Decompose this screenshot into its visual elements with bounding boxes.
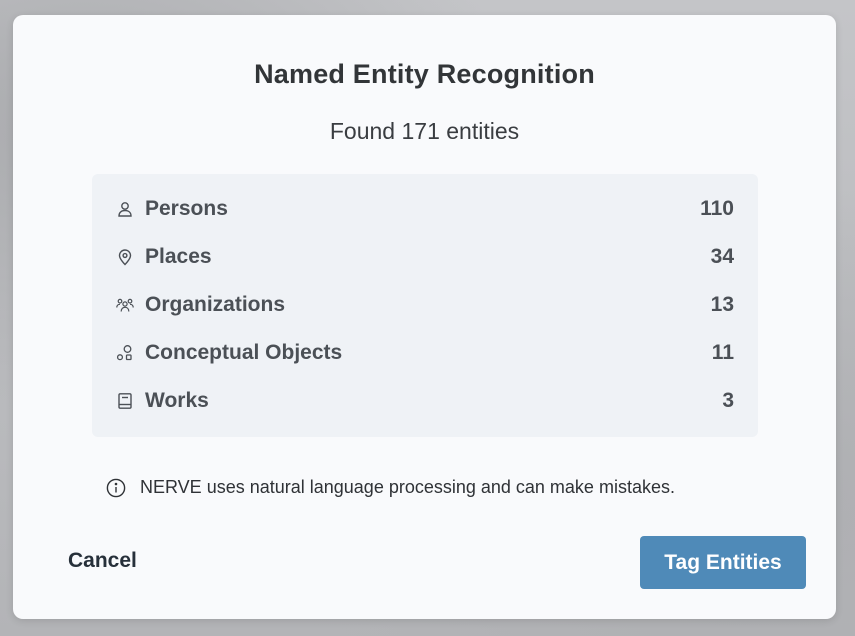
entity-summary-panel: Persons 110 Places 34 Organizations 13 C… (92, 174, 758, 437)
group-icon (116, 296, 134, 314)
entity-row-organizations: Organizations 13 (116, 290, 734, 320)
entity-row-persons: Persons 110 (116, 194, 734, 224)
entity-count: 11 (711, 341, 734, 364)
entity-count: 3 (722, 389, 734, 412)
entity-row-conceptual-objects: Conceptual Objects 11 (116, 338, 734, 368)
entity-label: Persons (145, 197, 228, 220)
entity-count: 34 (710, 245, 734, 268)
entity-label: Organizations (145, 293, 286, 316)
disclaimer-note: NERVE uses natural language processing a… (106, 477, 675, 498)
tag-entities-button[interactable]: Tag Entities (640, 536, 806, 589)
dialog-title: Named Entity Recognition (254, 59, 595, 89)
book-icon (116, 392, 134, 410)
entity-row-works: Works 3 (116, 386, 734, 416)
ner-dialog: Named Entity Recognition Found 171 entit… (13, 15, 836, 619)
cancel-button[interactable]: Cancel (68, 549, 137, 573)
map-pin-icon (116, 248, 134, 266)
shapes-icon (116, 344, 134, 362)
entities-found-summary: Found 171 entities (329, 118, 520, 144)
entity-count: 110 (700, 197, 734, 220)
entity-row-places: Places 34 (116, 242, 734, 272)
person-icon (116, 200, 134, 218)
entity-count: 13 (710, 293, 734, 316)
disclaimer-text: NERVE uses natural language processing a… (140, 477, 675, 497)
entity-label: Conceptual Objects (145, 341, 343, 364)
entity-label: Works (145, 389, 209, 412)
entity-label: Places (145, 245, 212, 268)
info-icon (106, 478, 126, 498)
